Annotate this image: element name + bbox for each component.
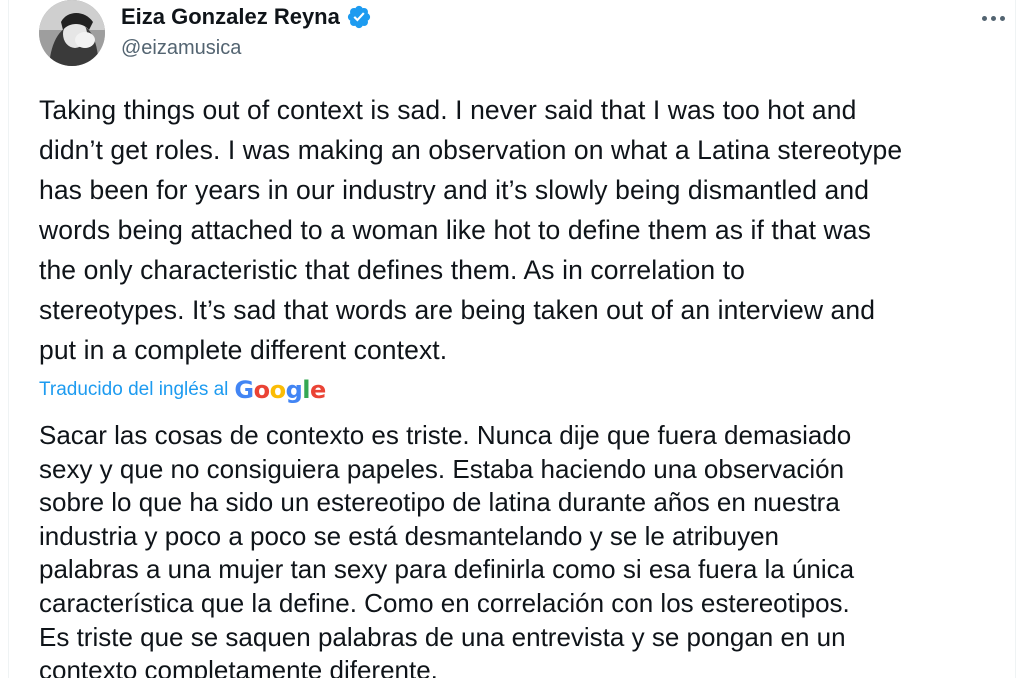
google-logo-letter: o bbox=[253, 376, 271, 404]
display-name-row: Eiza Gonzalez Reyna bbox=[121, 4, 372, 30]
google-logo-letter: l bbox=[302, 376, 311, 404]
google-logo: Google bbox=[234, 376, 326, 404]
translation-text: Sacar las cosas de contexto es triste. N… bbox=[39, 420, 855, 678]
more-options-icon[interactable] bbox=[973, 6, 1013, 30]
google-logo-letter: o bbox=[269, 376, 287, 404]
google-logo-letter: e bbox=[310, 376, 326, 404]
translation-link[interactable]: Traducido del inglés al Google bbox=[39, 376, 326, 404]
verified-badge-icon[interactable] bbox=[346, 4, 372, 30]
author-names: Eiza Gonzalez Reyna @eizamusica bbox=[121, 4, 372, 60]
avatar[interactable] bbox=[39, 0, 105, 66]
handle[interactable]: @eizamusica bbox=[121, 37, 372, 60]
translation-label: Traducido del inglés al bbox=[39, 379, 229, 400]
google-logo-letter: g bbox=[285, 376, 303, 404]
more-dot bbox=[999, 15, 1005, 21]
more-dot bbox=[990, 15, 996, 21]
display-name[interactable]: Eiza Gonzalez Reyna bbox=[121, 4, 340, 30]
avatar-image bbox=[39, 0, 105, 66]
tweet-card: Eiza Gonzalez Reyna @eizamusica Taking t… bbox=[8, 0, 1016, 678]
tweet-header: Eiza Gonzalez Reyna @eizamusica bbox=[39, 0, 1009, 72]
tweet-text: Taking things out of context is sad. I n… bbox=[39, 95, 903, 365]
more-dot bbox=[981, 15, 987, 21]
google-logo-letter: G bbox=[234, 376, 254, 404]
